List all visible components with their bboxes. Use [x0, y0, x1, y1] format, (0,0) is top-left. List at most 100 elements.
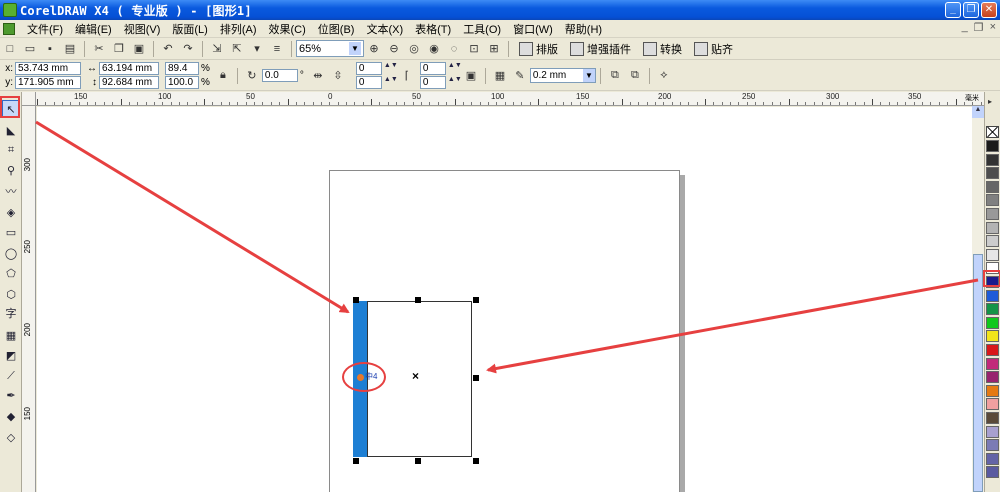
rectangle-tool-icon[interactable]: ▭: [2, 223, 20, 241]
zoom-tool-icon[interactable]: ⚲: [2, 161, 20, 179]
outline-pen-icon[interactable]: ✎: [511, 67, 529, 85]
color-swatch[interactable]: [986, 344, 999, 356]
horizontal-ruler[interactable]: 150 100 50 0 50 100 150 200 250 300 350: [36, 92, 984, 106]
print-icon[interactable]: ▤: [61, 40, 79, 58]
menu-table[interactable]: 表格(T): [409, 21, 457, 37]
polygon-tool-icon[interactable]: ⬠: [2, 264, 20, 282]
scale-height-field[interactable]: 100.0: [165, 76, 199, 89]
open-folder-icon[interactable]: ▭: [21, 40, 39, 58]
paste-icon[interactable]: ▣: [130, 40, 148, 58]
typeset-button[interactable]: 排版: [519, 41, 558, 57]
basic-shapes-tool-icon[interactable]: ⬡: [2, 285, 20, 303]
scroll-up-icon[interactable]: ▲: [972, 106, 984, 118]
interactive-blend-tool-icon[interactable]: ◩: [2, 346, 20, 364]
mirror-vertical-icon[interactable]: ⇳: [329, 67, 347, 85]
copy-icon[interactable]: ❐: [110, 40, 128, 58]
spinner-icon[interactable]: ▲▼: [384, 76, 398, 88]
zoom-page-icon[interactable]: ◌: [445, 40, 463, 58]
application-launcher-icon[interactable]: ▾: [248, 40, 266, 58]
corner-top-left-field[interactable]: 0: [355, 62, 382, 75]
color-swatch[interactable]: [986, 425, 999, 438]
round-corners-together-icon[interactable]: ▣: [462, 67, 480, 85]
menu-help[interactable]: 帮助(H): [559, 21, 608, 37]
color-swatch[interactable]: [986, 153, 999, 166]
zoom-out-icon[interactable]: ⊖: [385, 40, 403, 58]
scale-width-field[interactable]: 89.4: [165, 62, 199, 75]
no-color-swatch[interactable]: [986, 126, 999, 138]
welcome-screen-icon[interactable]: ≡: [268, 40, 286, 58]
cut-icon[interactable]: ✂: [90, 40, 108, 58]
enhance-plugin-button[interactable]: 增强插件: [570, 41, 631, 57]
color-swatch[interactable]: [986, 466, 999, 479]
chevron-down-icon[interactable]: ▼: [349, 42, 361, 55]
convert-button[interactable]: 转换: [643, 41, 682, 57]
menu-edit[interactable]: 编辑(E): [69, 21, 118, 37]
freehand-tool-icon[interactable]: 〰: [2, 182, 20, 200]
restore-button[interactable]: ❐: [963, 2, 979, 18]
to-back-icon[interactable]: ⧉: [626, 67, 644, 85]
menu-arrange[interactable]: 排列(A): [214, 21, 263, 37]
palette-menu-icon[interactable]: ▸: [988, 97, 992, 106]
scrollbar-thumb[interactable]: [973, 254, 983, 492]
zoom-selected-icon[interactable]: ◎: [405, 40, 423, 58]
zoom-in-icon[interactable]: ⊕: [365, 40, 383, 58]
canvas-vertical-scrollbar[interactable]: ▲: [972, 106, 984, 492]
width-field[interactable]: 63.194 mm: [99, 62, 159, 75]
spinner-icon[interactable]: ▲▼: [448, 62, 462, 74]
ruler-origin-corner[interactable]: [22, 92, 36, 106]
shape-tool-icon[interactable]: ◣: [2, 121, 20, 139]
color-swatch[interactable]: [986, 384, 999, 397]
menu-effects[interactable]: 效果(C): [263, 21, 312, 37]
smart-fill-tool-icon[interactable]: ◈: [2, 203, 20, 221]
corner-bottom-right-field[interactable]: 0: [419, 76, 446, 89]
color-swatch[interactable]: [986, 289, 999, 302]
y-position-field[interactable]: 171.905 mm: [15, 76, 81, 89]
height-field[interactable]: 92.684 mm: [99, 76, 159, 89]
chevron-down-icon[interactable]: ▼: [582, 69, 595, 82]
vertical-ruler[interactable]: 300 250 200 150: [22, 106, 36, 492]
doc-close-button[interactable]: ×: [990, 21, 996, 34]
selection-handle-top-left[interactable]: [353, 297, 359, 303]
color-swatch[interactable]: [986, 235, 999, 248]
selection-handle-bottom-middle[interactable]: [415, 458, 421, 464]
color-swatch[interactable]: [986, 140, 999, 152]
eyedropper-tool-icon[interactable]: ⟋: [2, 367, 20, 385]
interactive-fill-tool-icon[interactable]: ◇: [2, 428, 20, 446]
selection-handle-middle-right[interactable]: [473, 375, 479, 381]
ellipse-tool-icon[interactable]: ◯: [2, 244, 20, 262]
color-swatch[interactable]: [986, 221, 999, 234]
color-swatch[interactable]: [986, 248, 999, 261]
selection-handle-bottom-left[interactable]: [353, 458, 359, 464]
import-icon[interactable]: ⇲: [208, 40, 226, 58]
corner-top-right-field[interactable]: 0: [419, 62, 446, 75]
table-tool-icon[interactable]: ▦: [2, 326, 20, 344]
menu-window[interactable]: 窗口(W): [507, 21, 559, 37]
document-icon[interactable]: [3, 22, 15, 35]
color-swatch[interactable]: [986, 452, 999, 465]
menu-tools[interactable]: 工具(O): [457, 21, 507, 37]
selection-handle-top-right[interactable]: [473, 297, 479, 303]
minimize-button[interactable]: _: [945, 2, 961, 18]
redo-icon[interactable]: ↷: [179, 40, 197, 58]
selection-handle-top-middle[interactable]: [415, 297, 421, 303]
color-swatch[interactable]: [986, 303, 999, 316]
fill-tool-icon[interactable]: ◆: [2, 407, 20, 425]
color-swatch[interactable]: [986, 316, 999, 329]
doc-restore-button[interactable]: ❐: [974, 21, 984, 34]
zoom-all-icon[interactable]: ◉: [425, 40, 443, 58]
color-swatch[interactable]: [986, 412, 999, 424]
mirror-horizontal-icon[interactable]: ⇹: [309, 67, 327, 85]
undo-icon[interactable]: ↶: [159, 40, 177, 58]
rotation-icon[interactable]: ↻: [243, 67, 261, 85]
save-icon[interactable]: ▪: [41, 40, 59, 58]
close-button[interactable]: ✕: [981, 2, 997, 18]
crop-tool-icon[interactable]: ⌗: [2, 141, 20, 159]
spinner-icon[interactable]: ▲▼: [448, 76, 462, 88]
menu-bitmaps[interactable]: 位图(B): [312, 21, 361, 37]
x-position-field[interactable]: 53.743 mm: [15, 62, 81, 75]
color-swatch[interactable]: [986, 208, 999, 220]
zoom-height-icon[interactable]: ⊞: [485, 40, 503, 58]
rotation-field[interactable]: 0.0: [261, 69, 298, 82]
zoom-level-select[interactable]: 65% ▼: [296, 40, 364, 57]
color-swatch[interactable]: [986, 330, 999, 343]
